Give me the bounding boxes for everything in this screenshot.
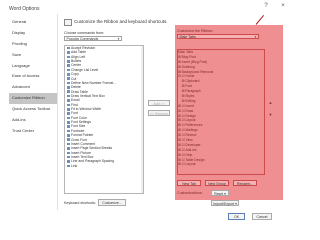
command-icon [66,138,70,142]
help-button[interactable]: ? [262,3,270,9]
nav-item[interactable]: Ease of Access [9,71,57,82]
close-button[interactable]: × [279,3,287,9]
section-header: Customize the Ribbon and keyboard shortc… [74,19,168,24]
nav-item[interactable]: Advanced [9,82,57,93]
window-title: Word Options [9,6,40,12]
nav-item[interactable]: Trust Center [9,126,57,137]
command-icon [66,73,70,76]
new-group-button[interactable]: New Group [205,180,229,186]
command-icon [66,120,70,124]
command-icon [66,129,70,133]
customize-shortcuts-button[interactable]: Customize... [98,199,126,206]
command-icon [66,103,70,107]
annotation-arrow [255,14,265,25]
command-icon [66,81,70,85]
chevron-down-icon: ▼ [254,35,257,39]
nav-item[interactable]: Proofing [9,39,57,50]
ribbon-tabs-tree[interactable]: Main Tabs ⊞ Blog Post ⊞ Insert (Blog Post)… [177,49,265,175]
command-icon [66,134,70,137]
ribbon-tree-item[interactable]: ⊞ ☑ Layout [178,162,264,167]
commands-scrollbar[interactable] [140,46,143,193]
ribbon-icon [64,19,72,26]
choose-commands-value: Popular Commands [66,37,99,41]
nav-item[interactable]: General [9,17,57,28]
move-up-button[interactable]: ▲ [267,100,274,108]
keyboard-shortcuts-label: Keyboard shortcuts: [64,201,96,205]
command-icon [66,116,70,120]
nav-item[interactable]: Display [9,28,57,39]
nav-item[interactable]: Language [9,61,57,72]
command-icon [66,86,70,89]
customize-ribbon-select[interactable]: Main Tabs ▼ [177,34,259,39]
nav-item[interactable]: Add-ins [9,115,57,126]
choose-commands-select[interactable]: Popular Commands ▼ [64,36,122,41]
command-icon [66,77,70,80]
command-icon [66,55,70,59]
nav-sidebar: General Display Proofing Save Language Ease o… [9,17,57,137]
new-tab-button[interactable]: New Tab [177,180,201,186]
command-label: Line and Paragraph Spacing [71,159,114,164]
choose-commands-label: Choose commands from: [64,31,105,35]
command-icon [66,151,70,155]
command-icon [66,142,70,146]
command-icon [66,90,70,94]
nav-item[interactable]: Save [9,50,57,61]
rename-button[interactable]: Rename... [233,180,257,186]
customizations-label: Customizations: [177,191,203,195]
nav-item[interactable]: Customize Ribbon [9,93,57,105]
cancel-button[interactable]: Cancel [252,213,272,220]
add-button[interactable]: Add >> [148,100,170,106]
command-icon [66,160,70,163]
ok-button[interactable]: OK [228,213,245,220]
command-icon [66,155,70,159]
command-icon [66,125,70,128]
reset-button[interactable]: Reset ▾ [211,190,229,196]
chevron-down-icon: ▼ [117,37,120,41]
move-down-button[interactable]: ▼ [267,112,274,120]
command-icon [66,99,70,102]
command-icon [66,59,70,63]
command-icon [66,51,70,54]
command-icon [66,64,70,67]
remove-button[interactable]: << Remove [148,110,170,116]
commands-list[interactable]: Accept Revision Add Table Align Left Bullet… [64,45,144,194]
command-icon [66,94,70,98]
command-icon [66,68,70,72]
nav-item[interactable]: Quick Access Toolbar [9,104,57,115]
customize-ribbon-label: Customize the Ribbon: [177,29,214,33]
command-icon [66,46,70,50]
command-icon [66,112,70,115]
command-label: Link [71,163,78,168]
nav-divider [57,14,58,210]
command-icon [66,107,70,111]
customize-ribbon-value: Main Tabs [179,35,196,39]
command-icon [66,164,70,168]
command-icon [66,147,70,150]
command-item[interactable]: Link [65,164,143,168]
import-export-button[interactable]: Import/Export ▾ [211,200,239,206]
